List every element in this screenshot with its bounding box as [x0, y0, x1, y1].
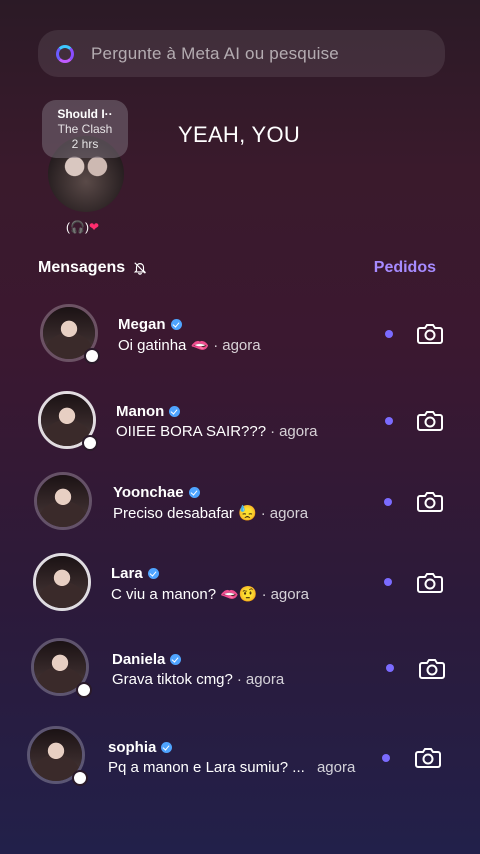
camera-icon[interactable] [417, 323, 443, 345]
avatar [33, 553, 91, 611]
conversation-row[interactable]: Yoonchae Preciso desabafar 😓 · agora [0, 468, 480, 538]
message-time: agora [316, 759, 356, 776]
verified-badge-icon [170, 654, 182, 665]
conversation-row[interactable]: Manon OIIEE BORA SAIR??? · agora [0, 387, 480, 457]
bell-off-icon[interactable] [133, 261, 147, 275]
camera-icon[interactable] [417, 410, 443, 432]
message-time: agora [269, 505, 309, 522]
status-dot [72, 770, 88, 786]
search-bar[interactable]: Pergunte à Meta AI ou pesquise [38, 30, 445, 77]
camera-icon[interactable] [419, 658, 445, 680]
contact-name: Daniela [112, 651, 166, 668]
unread-indicator [382, 754, 390, 762]
unread-indicator [385, 330, 393, 338]
conversation-row[interactable]: sophia Pq a manon e Lara sumiu? ... agor… [0, 722, 480, 792]
banner-text: YEAH, YOU [178, 122, 301, 147]
note-artist: The Clash [57, 121, 113, 136]
message-preview: Grava tiktok cmg? [112, 671, 233, 688]
messages-header: Mensagens Pedidos [38, 258, 438, 278]
message-preview: Oi gatinha 🫦 [118, 337, 210, 354]
message-time: agora [245, 671, 285, 688]
note-story[interactable]: Should I·· The Clash 2 hrs (🎧)❤ [40, 100, 132, 240]
conversation-row[interactable]: Megan Oi gatinha 🫦 · agora [0, 300, 480, 370]
camera-icon[interactable] [415, 747, 441, 769]
contact-name: Manon [116, 403, 165, 420]
status-dot [76, 682, 92, 698]
messages-title: Mensagens [38, 259, 126, 276]
contact-name: sophia [108, 739, 157, 756]
conversation-row[interactable]: Daniela Grava tiktok cmg? · agora [0, 634, 480, 704]
note-song-title: Should I·· [57, 106, 113, 121]
avatar [34, 472, 92, 530]
conversation-row[interactable]: Lara C viu a manon? 🫦🤨 · agora [0, 549, 480, 619]
note-reactions-text: (🎧) [66, 220, 89, 234]
camera-icon[interactable] [417, 572, 443, 594]
note-reactions: (🎧)❤ [66, 220, 99, 234]
search-placeholder: Pergunte à Meta AI ou pesquise [91, 43, 339, 63]
note-time: 2 hrs [71, 136, 99, 151]
unread-indicator [385, 417, 393, 425]
camera-icon[interactable] [417, 491, 443, 513]
status-dot [82, 435, 98, 451]
verified-badge-icon [161, 742, 173, 753]
message-preview: Preciso desabafar 😓 [113, 505, 257, 522]
unread-indicator [384, 578, 392, 586]
verified-badge-icon [169, 406, 181, 417]
verified-badge-icon [170, 319, 182, 330]
message-preview: C viu a manon? 🫦🤨 [111, 586, 258, 603]
note-bubble[interactable]: Should I·· The Clash 2 hrs [42, 100, 128, 158]
requests-link[interactable]: Pedidos [374, 259, 436, 277]
meta-ai-icon [56, 44, 74, 63]
message-time: agora [279, 423, 318, 440]
message-preview: Pq a manon e Lara sumiu? ... [108, 759, 305, 776]
unread-indicator [386, 664, 394, 672]
contact-name: Megan [118, 316, 166, 333]
message-time: agora [222, 337, 261, 354]
message-time: agora [270, 586, 309, 603]
verified-badge-icon [147, 568, 159, 579]
unread-indicator [384, 498, 392, 506]
contact-name: Yoonchae [113, 484, 184, 501]
contact-name: Lara [111, 565, 143, 582]
heart-icon: ❤ [88, 220, 99, 234]
message-preview: OIIEE BORA SAIR??? [116, 423, 267, 440]
status-dot [84, 348, 100, 364]
verified-badge-icon [188, 487, 200, 498]
